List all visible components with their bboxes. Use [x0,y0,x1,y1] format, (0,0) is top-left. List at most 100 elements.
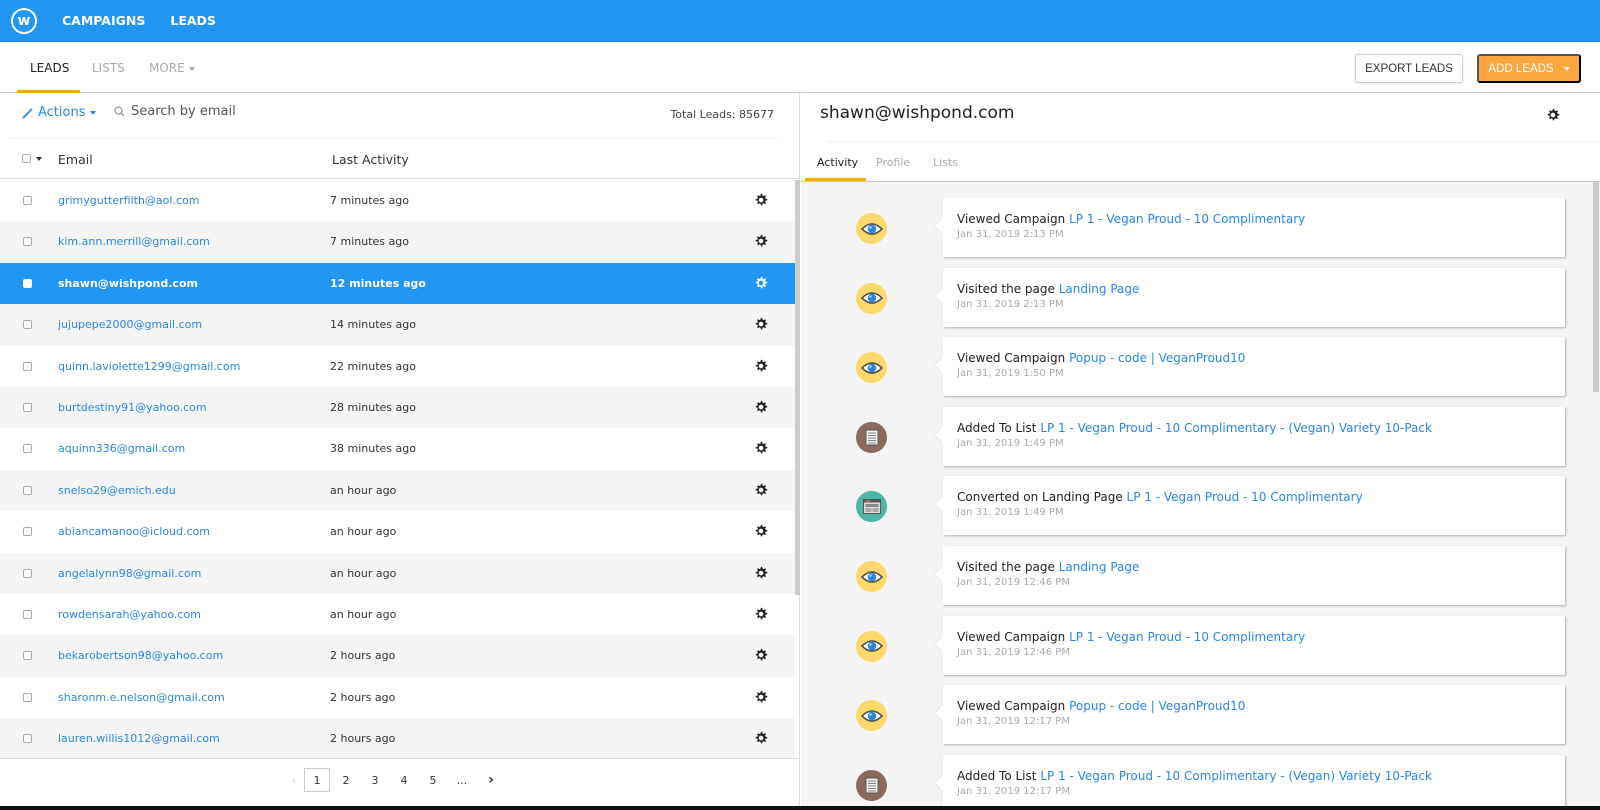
lead-row[interactable]: grimygutterfilth@aol.com 7 minutes ago [0,180,795,221]
tab-more[interactable]: MORE [149,61,195,75]
activity-target-link[interactable]: Landing Page [1059,282,1140,296]
activity-card: Viewed Campaign Popup - code | VeganProu… [943,337,1565,397]
lead-row[interactable]: aquinn336@gmail.com 38 minutes ago [0,428,795,469]
row-settings-gear-icon[interactable] [754,689,768,703]
row-checkbox[interactable] [23,568,32,578]
lead-row[interactable]: quinn.laviolette1299@gmail.com 22 minutes… [0,346,795,387]
lead-email-link[interactable]: bekarobertson98@yahoo.com [58,649,223,662]
lead-row[interactable]: jujupepe2000@gmail.com 14 minutes ago [0,304,795,346]
lead-row[interactable]: bekarobertson98@yahoo.com 2 hours ago [0,635,795,677]
lead-row[interactable]: snelso29@emich.edu an hour ago [0,469,795,512]
nav-campaigns[interactable]: CAMPAIGNS [62,13,145,28]
lead-email-link[interactable]: aquinn336@gmail.com [58,442,185,455]
add-leads-button[interactable]: ADD LEADS [1477,54,1581,83]
lead-row[interactable]: abiancamanoo@icloud.com an hour ago [0,511,795,552]
row-checkbox[interactable] [23,734,32,744]
detail-tab-profile[interactable]: Profile [876,156,910,169]
activity-card: Viewed Campaign Popup - code | VeganProu… [943,685,1565,745]
row-settings-gear-icon[interactable] [754,316,768,330]
row-settings-gear-icon[interactable] [754,606,768,620]
lead-email-link[interactable]: snelso29@emich.edu [58,484,176,497]
detail-tab-activity[interactable]: Activity [817,156,858,169]
activity-target-link[interactable]: LP 1 - Vegan Proud - 10 Complimentary [1069,630,1305,644]
detail-tab-lists[interactable]: Lists [933,156,958,169]
pagination-page-1[interactable]: 1 [304,768,330,792]
leads-scrollbar[interactable] [795,180,800,595]
row-settings-gear-icon[interactable] [754,192,768,206]
pagination-page-5[interactable]: 5 [420,768,446,792]
lead-row[interactable]: rowdensarah@yahoo.com an hour ago [0,594,795,635]
lead-email-link[interactable]: angelalynn98@gmail.com [58,567,201,580]
row-checkbox[interactable] [23,196,32,205]
activity-target-link[interactable]: LP 1 - Vegan Proud - 10 Complimentary - … [1040,769,1432,783]
row-checkbox[interactable] [23,278,32,288]
row-checkbox[interactable] [23,361,32,371]
row-checkbox[interactable] [23,527,32,537]
row-checkbox[interactable] [23,609,32,619]
activity-item: Viewed Campaign LP 1 - Vegan Proud - 10 … [801,615,1591,675]
activity-target-link[interactable]: Landing Page [1059,560,1140,574]
row-checkbox[interactable] [23,485,32,495]
lead-settings-gear-icon[interactable] [1546,107,1560,121]
row-settings-gear-icon[interactable] [754,482,768,496]
activity-target-link[interactable]: Popup - code | VeganProud10 [1069,699,1245,713]
search-email-input[interactable] [131,104,351,119]
pagination-page-2[interactable]: 2 [333,768,359,792]
column-header-email[interactable]: Email [58,152,93,167]
activity-item: Visited the page Landing Page Jan 31, 201… [801,546,1591,605]
row-checkbox[interactable] [23,237,32,247]
row-settings-gear-icon[interactable] [754,358,768,372]
activity-date: Jan 31, 2019 12:17 PM [957,716,1070,728]
lead-email-link[interactable]: rowdensarah@yahoo.com [58,608,201,621]
lead-email-link[interactable]: grimygutterfilth@aol.com [58,194,199,207]
row-settings-gear-icon[interactable] [754,233,768,247]
caret-down-icon [89,110,96,115]
lead-email-link[interactable]: lauren.willis1012@gmail.com [58,732,220,745]
pagination: ‹ 1 2 3 4 5 ... › [0,758,800,810]
select-dropdown-caret-icon[interactable] [36,157,42,161]
row-checkbox[interactable] [23,320,32,330]
select-all-checkbox[interactable] [22,154,31,163]
nav-leads[interactable]: LEADS [170,13,216,28]
tab-lists[interactable]: LISTS [92,61,125,75]
column-header-last-activity[interactable]: Last Activity [332,152,409,167]
lead-email-link[interactable]: jujupepe2000@gmail.com [58,318,202,331]
activity-target-link[interactable]: LP 1 - Vegan Proud - 10 Complimentary - … [1040,421,1432,435]
lead-email-link[interactable]: abiancamanoo@icloud.com [58,525,210,538]
lead-row[interactable]: lauren.willis1012@gmail.com 2 hours ago [0,718,795,760]
search-icon [114,106,125,117]
actions-dropdown[interactable]: Actions [22,105,96,120]
row-settings-gear-icon[interactable] [754,647,768,661]
row-settings-gear-icon[interactable] [754,730,768,744]
row-checkbox[interactable] [23,651,32,661]
lead-row[interactable]: kim.ann.merrill@gmail.com 7 minutes ago [0,221,795,263]
row-settings-gear-icon[interactable] [754,523,768,537]
lead-row[interactable]: angelalynn98@gmail.com an hour ago [0,552,795,594]
activity-target-link[interactable]: LP 1 - Vegan Proud - 10 Complimentary [1127,490,1363,504]
row-settings-gear-icon[interactable] [754,440,768,454]
row-checkbox[interactable] [23,402,32,412]
export-leads-button[interactable]: EXPORT LEADS [1355,54,1463,83]
lead-email-link[interactable]: shawn@wishpond.com [58,277,198,290]
row-checkbox[interactable] [23,444,32,454]
activity-target-link[interactable]: Popup - code | VeganProud10 [1069,351,1245,365]
row-checkbox[interactable] [23,692,32,702]
pagination-page-3[interactable]: 3 [362,768,388,792]
pagination-next-button[interactable]: › [478,768,504,792]
lead-email-link[interactable]: kim.ann.merrill@gmail.com [58,235,210,248]
activity-target-link[interactable]: LP 1 - Vegan Proud - 10 Complimentary [1069,212,1305,226]
activity-scrollbar[interactable] [1593,182,1599,392]
row-settings-gear-icon[interactable] [754,275,768,289]
tab-leads[interactable]: LEADS [30,61,69,75]
lead-row[interactable]: sharonm.e.nelson@gmail.com 2 hours ago [0,677,795,718]
lead-row[interactable]: shawn@wishpond.com 12 minutes ago [0,262,795,305]
row-settings-gear-icon[interactable] [754,399,768,413]
lead-email-link[interactable]: quinn.laviolette1299@gmail.com [58,360,240,373]
lead-email-link[interactable]: sharonm.e.nelson@gmail.com [58,691,225,704]
row-settings-gear-icon[interactable] [754,565,768,579]
pagination-page-4[interactable]: 4 [391,768,417,792]
lead-row[interactable]: burtdestiny91@yahoo.com 28 minutes ago [0,386,795,429]
table-header: Email Last Activity [0,139,800,179]
wishpond-logo-icon[interactable]: w [11,7,37,34]
lead-email-link[interactable]: burtdestiny91@yahoo.com [58,401,207,414]
